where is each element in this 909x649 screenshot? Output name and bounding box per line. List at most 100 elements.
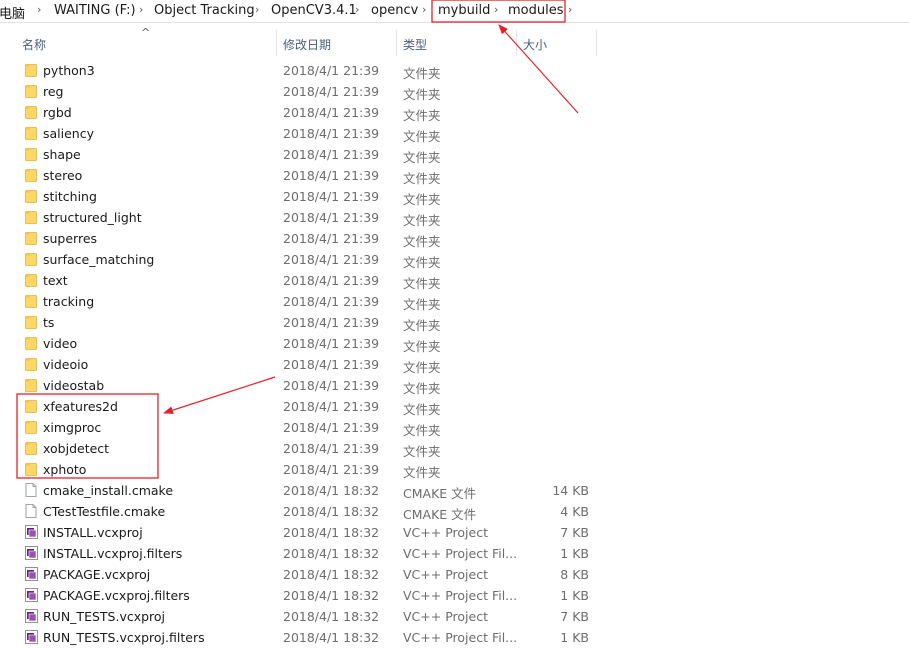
file-row[interactable]: stereo 2018/4/1 21:39 文件夹 (0, 165, 909, 186)
file-name: INSTALL.vcxproj.filters (43, 546, 183, 561)
file-type: 文件夹 (403, 360, 441, 375)
file-row[interactable]: cmake_install.cmake 2018/4/1 18:32 CMAKE 文… (0, 480, 909, 501)
file-size: 1 KB (560, 588, 589, 603)
folder-icon (25, 189, 37, 203)
file-name: cmake_install.cmake (43, 483, 174, 498)
breadcrumb-chevron-icon[interactable]: › (355, 3, 359, 16)
folder-icon (25, 63, 37, 77)
file-row[interactable]: python3 2018/4/1 21:39 文件夹 (0, 60, 909, 81)
file-row[interactable]: text 2018/4/1 21:39 文件夹 (0, 270, 909, 291)
file-row[interactable]: videoio 2018/4/1 21:39 文件夹 (0, 354, 909, 375)
file-type: 文件夹 (403, 234, 441, 249)
file-date: 2018/4/1 21:39 (283, 189, 380, 204)
file-date: 2018/4/1 21:39 (283, 147, 380, 162)
file-type: CMAKE 文件 (403, 486, 477, 501)
file-row[interactable]: reg 2018/4/1 21:39 文件夹 (0, 81, 909, 102)
breadcrumb-drive[interactable]: WAITING (F:) (54, 3, 136, 18)
file-date: 2018/4/1 21:39 (283, 378, 380, 393)
file-row[interactable]: xphoto 2018/4/1 21:39 文件夹 (0, 459, 909, 480)
file-date: 2018/4/1 21:39 (283, 126, 380, 141)
file-row[interactable]: superres 2018/4/1 21:39 文件夹 (0, 228, 909, 249)
breadcrumb-chevron-icon[interactable]: › (568, 3, 572, 16)
file-row[interactable]: PACKAGE.vcxproj 2018/4/1 18:32 VC++ Projec… (0, 564, 909, 585)
breadcrumb-chevron-icon[interactable]: › (494, 3, 498, 16)
sort-ascending-icon: ^ (141, 26, 151, 39)
file-row[interactable]: shape 2018/4/1 21:39 文件夹 (0, 144, 909, 165)
folder-icon (25, 252, 37, 266)
vcxproj-icon (25, 567, 38, 581)
file-name: saliency (43, 126, 95, 141)
file-date: 2018/4/1 21:39 (283, 420, 380, 435)
file-type: 文件夹 (403, 171, 441, 186)
breadcrumb-object-tracking[interactable]: Object Tracking (154, 3, 255, 18)
file-name: stereo (43, 168, 83, 183)
breadcrumb-chevron-icon[interactable]: › (139, 3, 143, 16)
folder-icon (25, 315, 37, 329)
file-type: VC++ Project Fil... (403, 546, 518, 561)
file-type: CMAKE 文件 (403, 507, 477, 522)
folder-icon (25, 378, 37, 392)
file-row[interactable]: ximgproc 2018/4/1 21:39 文件夹 (0, 417, 909, 438)
breadcrumb-opencv[interactable]: opencv (371, 3, 418, 18)
file-type: VC++ Project Fil... (403, 630, 518, 645)
file-row[interactable]: saliency 2018/4/1 21:39 文件夹 (0, 123, 909, 144)
file-name: reg (43, 84, 64, 99)
file-row[interactable]: structured_light 2018/4/1 21:39 文件夹 (0, 207, 909, 228)
vcxproj-icon (25, 609, 38, 623)
file-row[interactable]: video 2018/4/1 21:39 文件夹 (0, 333, 909, 354)
file-date: 2018/4/1 21:39 (283, 252, 380, 267)
file-type: VC++ Project (403, 525, 488, 540)
file-row[interactable]: xfeatures2d 2018/4/1 21:39 文件夹 (0, 396, 909, 417)
file-type: 文件夹 (403, 465, 441, 480)
file-size: 8 KB (560, 567, 589, 582)
address-bar[interactable]: 此电脑 › WAITING (F:) › Object Tracking › O… (0, 0, 909, 23)
breadcrumb-chevron-icon[interactable]: › (422, 3, 426, 16)
file-date: 2018/4/1 21:39 (283, 168, 380, 183)
file-row[interactable]: RUN_TESTS.vcxproj 2018/4/1 18:32 VC++ Proj… (0, 606, 909, 627)
folder-icon (25, 84, 37, 98)
file-row[interactable]: tracking 2018/4/1 21:39 文件夹 (0, 291, 909, 312)
file-row[interactable]: RUN_TESTS.vcxproj.filters 2018/4/1 18:32 V… (0, 627, 909, 648)
vcxproj-icon (25, 588, 38, 602)
file-name: ximgproc (43, 420, 102, 435)
breadcrumb-mybuild[interactable]: mybuild (438, 3, 490, 18)
file-date: 2018/4/1 21:39 (283, 441, 380, 456)
breadcrumb-modules[interactable]: modules (508, 3, 564, 18)
file-row[interactable]: videostab 2018/4/1 21:39 文件夹 (0, 375, 909, 396)
file-row[interactable]: surface_matching 2018/4/1 21:39 文件夹 (0, 249, 909, 270)
file-type: VC++ Project Fil... (403, 588, 518, 603)
file-date: 2018/4/1 18:32 (283, 609, 380, 624)
file-row[interactable]: INSTALL.vcxproj.filters 2018/4/1 18:32 VC+… (0, 543, 909, 564)
file-type: VC++ Project (403, 567, 488, 582)
file-size: 7 KB (560, 609, 589, 624)
folder-icon (25, 420, 37, 434)
file-size: 1 KB (560, 630, 589, 645)
file-date: 2018/4/1 18:32 (283, 483, 380, 498)
file-row[interactable]: ts 2018/4/1 21:39 文件夹 (0, 312, 909, 333)
file-date: 2018/4/1 21:39 (283, 210, 380, 225)
breadcrumb-opencv341[interactable]: OpenCV3.4.1 (271, 3, 357, 18)
file-name: RUN_TESTS.vcxproj (43, 609, 166, 624)
file-icon (25, 483, 37, 497)
file-type: 文件夹 (403, 297, 441, 312)
file-row[interactable]: CTestTestfile.cmake 2018/4/1 18:32 CMAKE 文… (0, 501, 909, 522)
file-name: superres (43, 231, 98, 246)
breadcrumb-this-pc[interactable]: 此电脑 (0, 3, 25, 22)
file-name: structured_light (43, 210, 142, 225)
file-row[interactable]: INSTALL.vcxproj 2018/4/1 18:32 VC++ Projec… (0, 522, 909, 543)
file-row[interactable]: xobjdetect 2018/4/1 21:39 文件夹 (0, 438, 909, 459)
file-type: 文件夹 (403, 255, 441, 270)
file-type: 文件夹 (403, 444, 441, 459)
file-type: 文件夹 (403, 87, 441, 102)
file-row[interactable]: rgbd 2018/4/1 21:39 文件夹 (0, 102, 909, 123)
file-name: video (43, 336, 78, 351)
breadcrumb-chevron-icon[interactable]: › (37, 3, 41, 16)
file-row[interactable]: stitching 2018/4/1 21:39 文件夹 (0, 186, 909, 207)
file-type: 文件夹 (403, 318, 441, 333)
vcxproj-icon (25, 525, 38, 539)
folder-icon (25, 336, 37, 350)
file-row[interactable]: PACKAGE.vcxproj.filters 2018/4/1 18:32 VC+… (0, 585, 909, 606)
folder-icon (25, 126, 37, 140)
file-name: shape (43, 147, 81, 162)
breadcrumb-chevron-icon[interactable]: › (255, 3, 259, 16)
